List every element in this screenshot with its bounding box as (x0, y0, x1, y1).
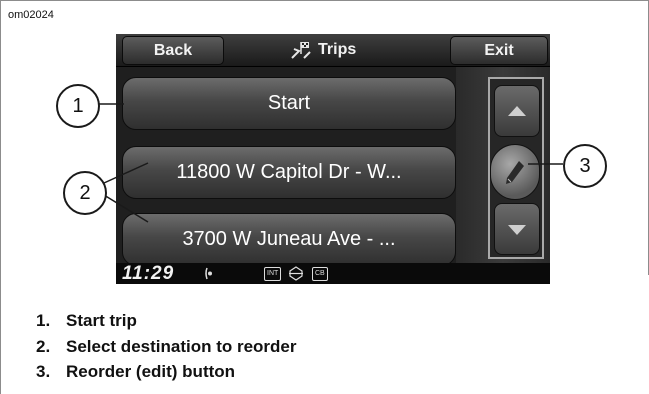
caption-number: 3. (36, 362, 51, 381)
caption-text: Select destination to reorder (66, 337, 297, 356)
callout-1: 1 (56, 84, 100, 128)
caption-text: Reorder (edit) button (66, 362, 236, 381)
callout-3: 3 (563, 144, 607, 188)
caption-item: 1. Start trip (36, 311, 137, 331)
caption-item: 3. Reorder (edit) button (36, 362, 235, 382)
caption-number: 2. (36, 337, 51, 356)
callout-2: 2 (63, 171, 107, 215)
caption-item: 2. Select destination to reorder (36, 337, 297, 357)
caption-text: Start trip (66, 311, 137, 330)
caption-number: 1. (36, 311, 51, 330)
